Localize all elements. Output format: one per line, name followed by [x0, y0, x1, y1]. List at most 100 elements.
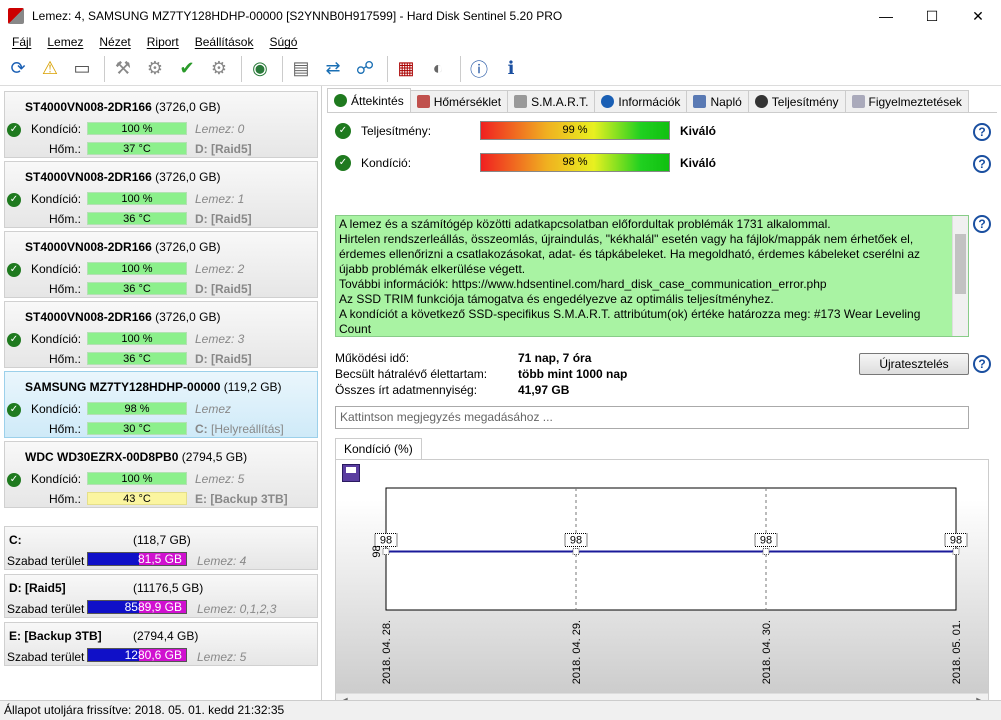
- temperature-label: Hőm.:: [49, 422, 82, 436]
- temperature-bar: 36 °C: [87, 212, 187, 225]
- condition-bar: 100 %: [87, 262, 187, 275]
- disk-index: Lemez: 0: [195, 122, 245, 136]
- free-space-value: 8589,9 GB: [124, 600, 182, 614]
- tab-smart[interactable]: S.M.A.R.T.: [507, 90, 596, 112]
- help-icon[interactable]: ⓘ: [465, 55, 493, 83]
- report-icon[interactable]: ▤: [287, 55, 315, 83]
- volume-item[interactable]: D: [Raid5] (11176,5 GB) Szabad terület 8…: [4, 574, 318, 618]
- menu-report[interactable]: Riport: [139, 35, 187, 49]
- disk-item[interactable]: SAMSUNG MZ7TY128HDHP-00000 (119,2 GB) ✓ …: [4, 371, 318, 438]
- disk-item[interactable]: ST4000VN008-2DR166 (3726,0 GB) ✓ Kondíci…: [4, 91, 318, 158]
- data-label: 98: [380, 534, 392, 546]
- x-tick-label: 2018. 04. 28.: [381, 620, 393, 684]
- disk-model: ST4000VN008-2DR166: [25, 240, 152, 254]
- refresh-icon[interactable]: ⟳: [4, 55, 32, 83]
- performance-label: Teljesítmény:: [361, 124, 432, 138]
- warning-icon[interactable]: ⚠: [36, 55, 64, 83]
- condition-verdict: Kiváló: [680, 156, 717, 170]
- tab-temperature[interactable]: Hőmérséklet: [409, 90, 509, 112]
- menu-file[interactable]: Fájl: [4, 35, 39, 49]
- tab-log[interactable]: Napló: [686, 90, 749, 112]
- thermometer-icon: [416, 95, 430, 108]
- temperature-bar: 43 °C: [87, 492, 187, 505]
- disk-model: WDC WD30EZRX-00D8PB0: [25, 450, 179, 464]
- condition-label: Kondíció:: [31, 472, 82, 486]
- condition-bar: 100 %: [87, 122, 187, 135]
- uptime-label: Működési idő:: [335, 351, 410, 365]
- disk-size: (2794,5 GB): [181, 450, 248, 464]
- note-input[interactable]: Kattintson megjegyzés megadásához ...: [335, 406, 969, 429]
- disk-size: (3726,0 GB): [155, 240, 221, 254]
- performance-verdict: Kiváló: [680, 124, 717, 138]
- info-icon[interactable]: ℹ: [497, 55, 525, 83]
- volume-size: (2794,4 GB): [133, 629, 199, 643]
- disk-item[interactable]: ST4000VN008-2DR166 (3726,0 GB) ✓ Kondíci…: [4, 231, 318, 298]
- tool-icon[interactable]: ⚒: [109, 55, 137, 83]
- menu-help[interactable]: Súgó: [261, 35, 305, 49]
- minimize-button[interactable]: —: [863, 0, 909, 32]
- tab-performance[interactable]: Teljesítmény: [747, 90, 846, 112]
- maximize-button[interactable]: ☐: [909, 0, 955, 32]
- partition-info: D: [Raid5]: [195, 212, 252, 226]
- y-tick-label: 98: [371, 545, 383, 557]
- sync-icon[interactable]: ⇄: [319, 55, 347, 83]
- globe-icon[interactable]: ◉: [246, 55, 274, 83]
- temperature-label: Hőm.:: [49, 142, 82, 156]
- speaker-icon[interactable]: ◐: [424, 55, 452, 83]
- partition-letter: E: [Backup 3TB]: [195, 492, 288, 506]
- chart-icon[interactable]: ▦: [392, 55, 420, 83]
- check-icon: ✓: [7, 193, 21, 207]
- menu-settings[interactable]: Beállítások: [187, 35, 262, 49]
- partition-letter: D: [Raid5]: [195, 282, 252, 296]
- partition-letter: D: [Raid5]: [195, 142, 252, 156]
- toolbar-separator: [282, 55, 283, 82]
- scroll-thumb[interactable]: [955, 234, 966, 294]
- help-icon[interactable]: ?: [973, 123, 991, 141]
- partition-info: D: [Raid5]: [195, 282, 252, 296]
- message-scrollbar[interactable]: [952, 216, 968, 336]
- disk-item[interactable]: WDC WD30EZRX-00D8PB0 (2794,5 GB) ✓ Kondí…: [4, 441, 318, 508]
- log-icon: [693, 95, 707, 108]
- data-point: [952, 547, 960, 555]
- disk-icon[interactable]: ▭: [68, 55, 96, 83]
- toolbar-separator: [241, 55, 242, 82]
- data-point: [762, 547, 770, 555]
- tool-ok-icon[interactable]: ✔: [173, 55, 201, 83]
- chart-tab-condition[interactable]: Kondíció (%): [335, 438, 422, 460]
- performance-row: ✓ Teljesítmény:: [335, 121, 431, 141]
- help-icon[interactable]: ?: [973, 155, 991, 173]
- menu-disk[interactable]: Lemez: [39, 35, 91, 49]
- toolbar-separator: [387, 55, 388, 82]
- disk-list-panel: ST4000VN008-2DR166 (3726,0 GB) ✓ Kondíci…: [0, 86, 322, 700]
- disk-item[interactable]: ST4000VN008-2DR166 (3726,0 GB) ✓ Kondíci…: [4, 301, 318, 368]
- network-icon[interactable]: ☍: [351, 55, 379, 83]
- menu-view[interactable]: Nézet: [91, 35, 138, 49]
- disk-item[interactable]: ST4000VN008-2DR166 (3726,0 GB) ✓ Kondíci…: [4, 161, 318, 228]
- retest-button[interactable]: Újratesztelés: [859, 353, 969, 375]
- temperature-label: Hőm.:: [49, 212, 82, 226]
- condition-label: Kondíció:: [31, 262, 82, 276]
- partition-letter: C:: [195, 422, 208, 436]
- written-value: 41,97 GB: [518, 383, 570, 397]
- uptime-value: 71 nap, 7 óra: [518, 351, 592, 365]
- status-message: A lemez és a számítógép közötti adatkapc…: [335, 215, 969, 337]
- help-icon[interactable]: ?: [973, 215, 991, 233]
- title-bar: Lemez: 4, SAMSUNG MZ7TY128HDHP-00000 [S2…: [0, 0, 1001, 32]
- tab-overview[interactable]: Áttekintés: [327, 88, 411, 112]
- volume-item[interactable]: C: (118,7 GB) Szabad terület 81,5 GB Lem…: [4, 526, 318, 570]
- volume-item[interactable]: E: [Backup 3TB] (2794,4 GB) Szabad terül…: [4, 622, 318, 666]
- disk-title: WDC WD30EZRX-00D8PB0 (2794,5 GB): [25, 450, 247, 464]
- tool-check-icon[interactable]: ⚙: [141, 55, 169, 83]
- tool-alt-icon[interactable]: ⚙: [205, 55, 233, 83]
- help-icon[interactable]: ?: [973, 355, 991, 373]
- volume-name: E: [Backup 3TB]: [9, 629, 102, 643]
- tab-bar: Áttekintés Hőmérséklet S.M.A.R.T. Inform…: [327, 88, 969, 112]
- condition-bar: 100 %: [87, 332, 187, 345]
- disk-size: (3726,0 GB): [155, 310, 221, 324]
- close-button[interactable]: ✕: [955, 0, 1001, 32]
- tab-info[interactable]: Információk: [594, 90, 688, 112]
- free-space-label: Szabad terület: [7, 650, 85, 664]
- volume-size: (11176,5 GB): [133, 581, 204, 595]
- disk-icon: [514, 95, 528, 108]
- tab-alerts[interactable]: Figyelmeztetések: [844, 90, 969, 112]
